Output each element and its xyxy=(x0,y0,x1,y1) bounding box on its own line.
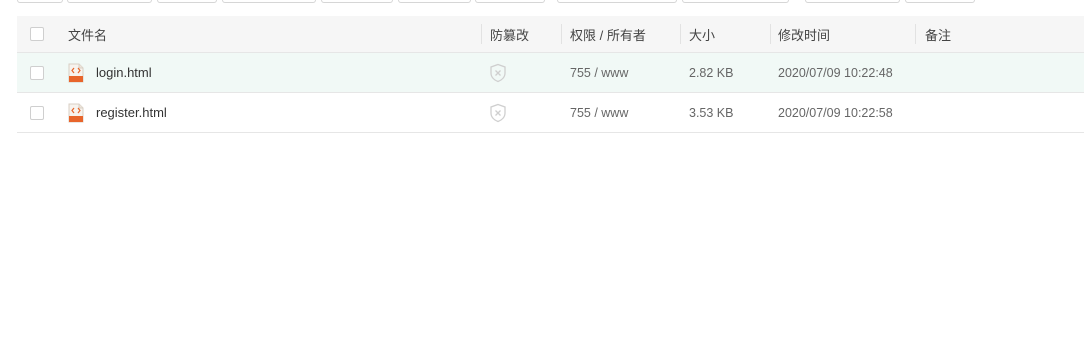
column-divider[interactable] xyxy=(680,24,681,44)
toolbar-button[interactable] xyxy=(398,0,471,3)
shield-x-icon[interactable] xyxy=(489,63,507,83)
toolbar-button[interactable] xyxy=(557,0,677,3)
table-row[interactable]: register.html 755 / www 3.53 KB 2020/07/… xyxy=(17,93,1084,133)
column-header-mtime[interactable]: 修改时间 xyxy=(778,16,830,52)
file-name[interactable]: login.html xyxy=(96,65,152,80)
column-divider[interactable] xyxy=(915,24,916,44)
row-checkbox[interactable] xyxy=(30,65,44,80)
column-header-tamper[interactable]: 防篡改 xyxy=(490,16,529,52)
tamper-cell[interactable] xyxy=(489,93,507,132)
column-header-name[interactable]: 文件名 xyxy=(68,16,107,52)
toolbar-button[interactable] xyxy=(67,0,152,3)
toolbar xyxy=(0,0,1084,6)
toolbar-button[interactable] xyxy=(805,0,900,3)
toolbar-button[interactable] xyxy=(905,0,975,3)
modified-time: 2020/07/09 10:22:48 xyxy=(778,65,893,80)
table-row[interactable]: login.html 755 / www 2.82 KB 2020/07/09 … xyxy=(17,53,1084,93)
toolbar-button[interactable] xyxy=(17,0,63,3)
html-file-icon xyxy=(68,63,84,82)
select-all-checkbox[interactable] xyxy=(30,27,44,41)
permission-owner[interactable]: 755 / www xyxy=(570,93,628,132)
column-header-size[interactable]: 大小 xyxy=(689,16,715,52)
toolbar-button[interactable] xyxy=(321,0,393,3)
file-table: 文件名 防篡改 权限 / 所有者 大小 修改时间 备注 login.html 7… xyxy=(17,16,1084,133)
tamper-cell[interactable] xyxy=(489,53,507,92)
modified-time: 2020/07/09 10:22:58 xyxy=(778,105,893,120)
table-header: 文件名 防篡改 权限 / 所有者 大小 修改时间 备注 xyxy=(17,16,1084,53)
file-size: 3.53 KB xyxy=(689,105,734,120)
row-checkbox-cell xyxy=(30,53,48,92)
file-size: 2.82 KB xyxy=(689,65,734,80)
toolbar-button[interactable] xyxy=(682,0,789,3)
toolbar-button[interactable] xyxy=(157,0,217,3)
file-name-cell[interactable]: register.html xyxy=(68,93,167,132)
toolbar-button[interactable] xyxy=(475,0,545,3)
permission-owner[interactable]: 755 / www xyxy=(570,53,628,92)
shield-x-icon[interactable] xyxy=(489,103,507,123)
column-divider[interactable] xyxy=(481,24,482,44)
toolbar-button[interactable] xyxy=(222,0,316,3)
column-header-permission[interactable]: 权限 / 所有者 xyxy=(570,16,646,52)
file-name-cell[interactable]: login.html xyxy=(68,53,152,92)
html-file-icon xyxy=(68,103,84,122)
file-name[interactable]: register.html xyxy=(96,105,167,120)
column-header-note[interactable]: 备注 xyxy=(925,16,951,52)
row-checkbox[interactable] xyxy=(30,105,44,120)
column-divider[interactable] xyxy=(561,24,562,44)
select-all-cell xyxy=(30,16,48,52)
column-divider[interactable] xyxy=(770,24,771,44)
row-checkbox-cell xyxy=(30,93,48,132)
